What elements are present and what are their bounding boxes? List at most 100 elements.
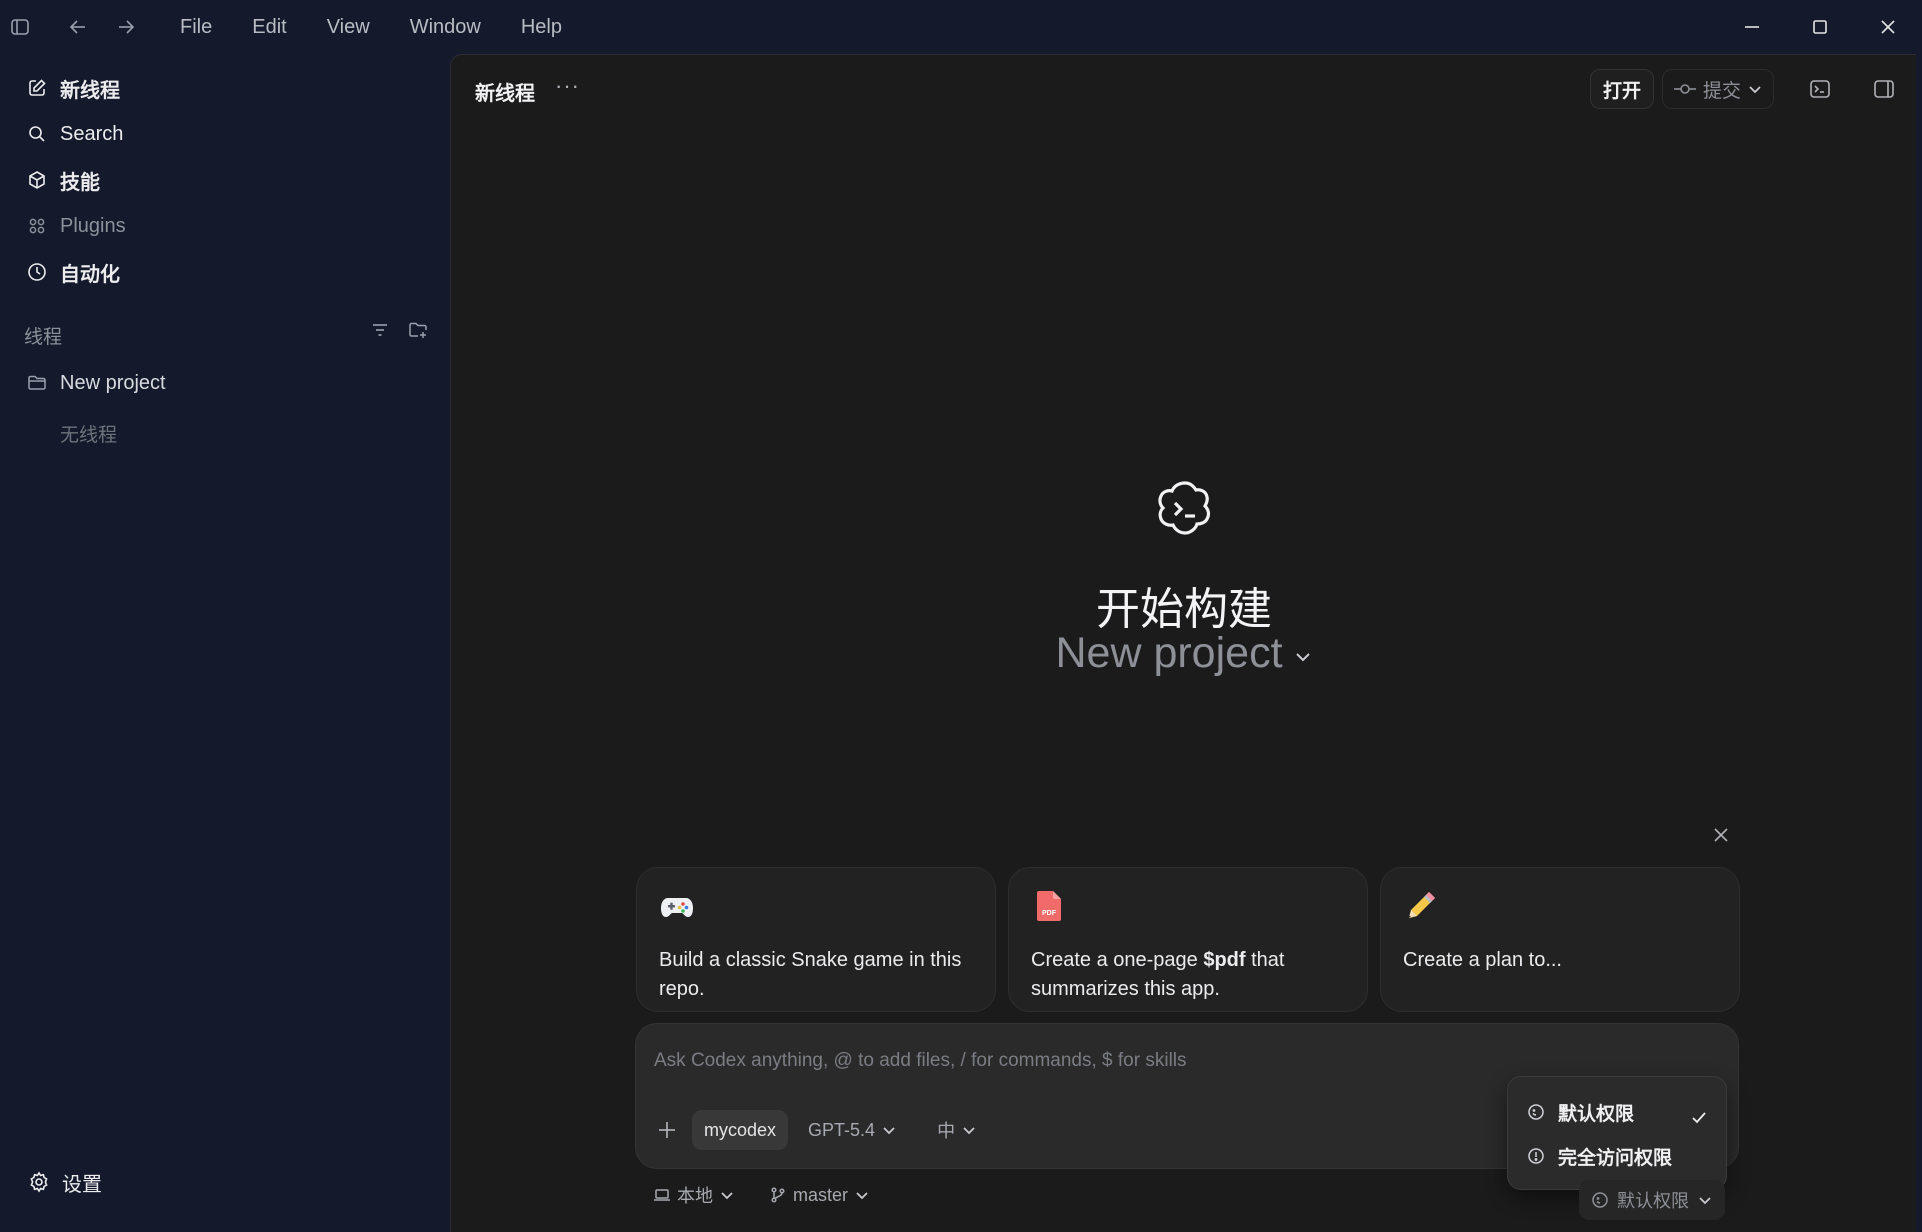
settings-label: 设置: [62, 1173, 102, 1196]
menu-bar: File Edit View Window Help: [160, 0, 582, 54]
git-commit-icon: [1673, 79, 1697, 99]
composer-toolbar: mycodex GPT-5.4 中: [652, 1110, 987, 1150]
chevron-down-icon: [961, 1122, 977, 1138]
model-selector[interactable]: GPT-5.4: [798, 1110, 907, 1150]
side-panel-toggle-button[interactable]: [1852, 69, 1916, 109]
sidebar: 新线程 Search 技能 Plugins 自动化 线程 New project…: [0, 54, 448, 1232]
title-bar: File Edit View Window Help: [0, 0, 1922, 54]
checkmark-icon: [1690, 1109, 1708, 1127]
grid-icon: [24, 213, 50, 239]
sidebar-item-search[interactable]: Search: [24, 116, 123, 152]
terminal-toggle-button[interactable]: [1788, 69, 1852, 109]
suggestion-text: Create a one-page $pdf that summarizes t…: [1031, 949, 1285, 1000]
settings-button[interactable]: 设置: [26, 1164, 102, 1200]
repo-chip[interactable]: mycodex: [692, 1110, 789, 1150]
menu-item-label: 默认权限: [1558, 1103, 1635, 1125]
sidebar-item-plugins[interactable]: Plugins: [24, 208, 126, 244]
project-item-new-project[interactable]: New project: [24, 365, 166, 401]
open-button[interactable]: 打开: [1589, 69, 1654, 109]
shield-smile-icon: [1591, 1191, 1609, 1209]
more-options-icon[interactable]: ···: [555, 73, 580, 99]
shield-smile-icon: [1526, 1102, 1546, 1122]
suggestion-card-snake[interactable]: Build a classic Snake game in this repo.: [636, 867, 996, 1012]
thread-title: 新线程: [475, 83, 535, 105]
maximize-button[interactable]: [1786, 0, 1854, 54]
pencil-icon: [1403, 888, 1439, 924]
model-label: GPT-5.4: [808, 1119, 876, 1140]
clock-icon: [24, 259, 50, 285]
suggestion-card-plan[interactable]: Create a plan to...: [1380, 867, 1740, 1012]
project-selector-label: New project: [1055, 629, 1283, 677]
gamepad-icon: [659, 888, 695, 924]
filter-icon[interactable]: [370, 320, 390, 340]
panel-right-icon: [1873, 79, 1895, 99]
no-threads-label: 无线程: [60, 425, 118, 446]
menu-item-label: 完全访问权限: [1558, 1147, 1673, 1169]
add-attachment-icon[interactable]: [652, 1115, 682, 1145]
edit-icon: [24, 75, 50, 101]
chevron-down-icon: [854, 1187, 870, 1203]
menu-item-full-access[interactable]: 完全访问权限: [1526, 1141, 1672, 1171]
folder-icon: [24, 370, 50, 396]
git-branch-icon: [769, 1186, 787, 1204]
chevron-down-icon: [881, 1122, 897, 1138]
sidebar-item-skills[interactable]: 技能: [24, 162, 100, 198]
svg-text:PDF: PDF: [1042, 910, 1057, 917]
header-actions: 打开 提交: [1589, 69, 1916, 109]
pdf-icon: PDF: [1031, 888, 1067, 924]
threads-section-title: 线程: [24, 327, 63, 348]
add-folder-icon[interactable]: [408, 320, 428, 340]
cube-icon: [24, 167, 50, 193]
project-selector[interactable]: New project: [451, 629, 1917, 678]
location-label: 本地: [677, 1186, 713, 1206]
suggestion-text: Create a plan to...: [1403, 949, 1562, 971]
sidebar-item-new-thread[interactable]: 新线程: [24, 70, 120, 106]
close-window-button[interactable]: [1854, 0, 1922, 54]
sidebar-toggle-icon[interactable]: [8, 15, 32, 39]
suggestion-cards: Build a classic Snake game in this repo.…: [636, 867, 1740, 1012]
menu-file[interactable]: File: [160, 0, 232, 54]
sidebar-item-label: 新线程: [60, 79, 120, 102]
branch-label: master: [793, 1184, 849, 1205]
suggestion-text: Build a classic Snake game in this repo.: [659, 949, 962, 1000]
suggestion-card-pdf[interactable]: PDF Create a one-page $pdf that summariz…: [1008, 867, 1368, 1012]
reasoning-effort-selector[interactable]: 中: [927, 1110, 987, 1150]
main-panel: 新线程 ··· 打开 提交 开始构建 New project Build a c…: [450, 54, 1916, 1232]
menu-edit[interactable]: Edit: [232, 0, 306, 54]
sidebar-item-label: Plugins: [60, 214, 126, 237]
chevron-down-icon: [1293, 647, 1313, 667]
chevron-down-icon: [1747, 81, 1763, 97]
location-selector[interactable]: 本地: [653, 1182, 735, 1208]
close-suggestions-icon[interactable]: [1713, 827, 1729, 843]
menu-window[interactable]: Window: [390, 0, 501, 54]
threads-section-tools: [370, 320, 428, 340]
effort-label: 中: [937, 1121, 956, 1141]
search-icon: [24, 121, 50, 147]
menu-item-default-permissions[interactable]: 默认权限: [1526, 1097, 1634, 1127]
sidebar-item-automation[interactable]: 自动化: [24, 254, 120, 290]
commit-button[interactable]: 提交: [1661, 69, 1774, 109]
codex-logo-icon: [1153, 477, 1217, 541]
chevron-down-icon: [1697, 1192, 1713, 1208]
menu-view[interactable]: View: [307, 0, 390, 54]
permissions-label: 默认权限: [1617, 1191, 1689, 1211]
chevron-down-icon: [719, 1187, 735, 1203]
terminal-icon: [1809, 79, 1831, 99]
composer-input[interactable]: Ask Codex anything, @ to add files, / fo…: [654, 1050, 1187, 1072]
project-name: New project: [60, 371, 166, 394]
sidebar-item-label: 自动化: [60, 263, 120, 286]
permissions-selector[interactable]: 默认权限: [1579, 1180, 1725, 1220]
sidebar-item-label: Search: [60, 122, 124, 145]
permissions-menu: 默认权限 完全访问权限: [1507, 1076, 1727, 1190]
alert-circle-icon: [1526, 1146, 1546, 1166]
back-arrow-icon[interactable]: [66, 15, 90, 39]
branch-selector[interactable]: master: [769, 1185, 870, 1206]
laptop-icon: [653, 1186, 671, 1204]
minimize-button[interactable]: [1718, 0, 1786, 54]
gear-icon: [26, 1169, 52, 1195]
commit-label: 提交: [1702, 80, 1741, 102]
hero-title: 开始构建: [1096, 585, 1272, 634]
menu-help[interactable]: Help: [501, 0, 582, 54]
forward-arrow-icon[interactable]: [114, 15, 138, 39]
window-controls: [1718, 0, 1922, 54]
